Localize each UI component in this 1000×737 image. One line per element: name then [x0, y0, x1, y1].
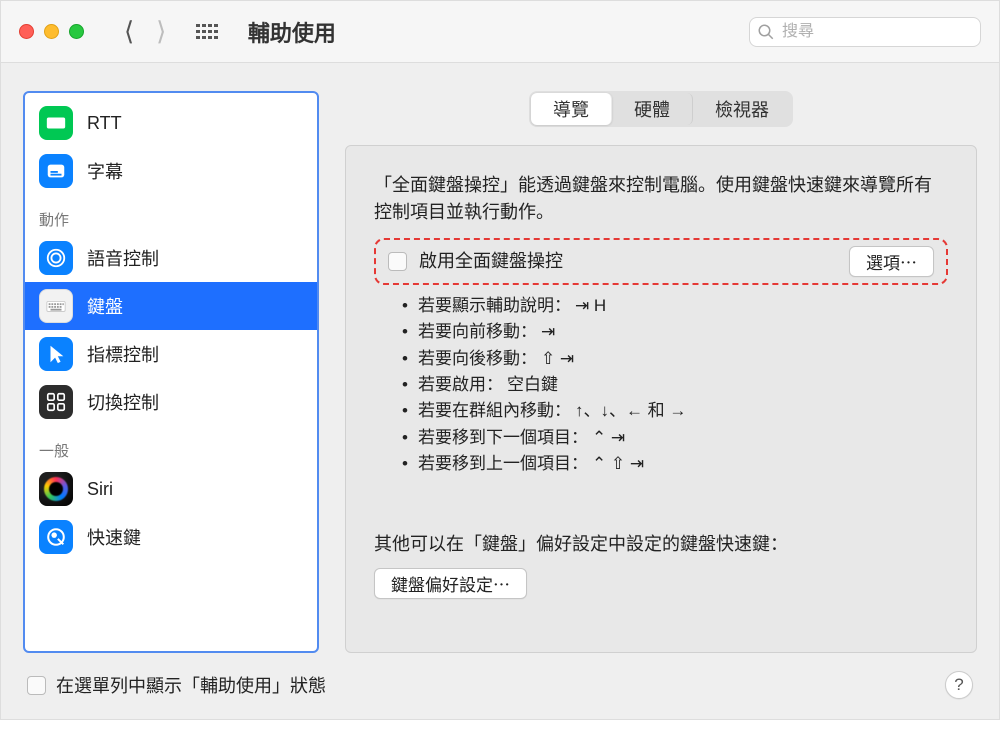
shortcut-icon: [39, 520, 73, 554]
keyboard-icon: [39, 289, 73, 323]
search-wrap: [749, 17, 981, 47]
shortcut-item: 若要向後移動：⇧ ⇥: [398, 346, 948, 372]
siri-icon: [39, 472, 73, 506]
minimize-window-button[interactable]: [44, 24, 59, 39]
detail-box: 「全面鍵盤操控」能透過鍵盤來控制電腦。使用鍵盤快速鍵來導覽所有控制項目並執行動作…: [345, 145, 977, 653]
shortcut-item: 若要在群組內移動：↑、↓、← 和 →: [398, 398, 948, 424]
sidebar-item-label: 快速鍵: [87, 524, 141, 550]
shortcut-item: 若要向前移動：⇥: [398, 319, 948, 345]
sidebar-item-siri[interactable]: Siri: [25, 465, 317, 513]
search-input[interactable]: [749, 17, 981, 47]
tab-navigate[interactable]: 導覽: [531, 93, 612, 125]
detail-pane: 導覽 硬體 檢視器 「全面鍵盤操控」能透過鍵盤來控制電腦。使用鍵盤快速鍵來導覽所…: [345, 91, 977, 653]
sidebar-item-switch-control[interactable]: 切換控制: [25, 378, 317, 426]
shortcut-list: 若要顯示輔助說明：⇥ H 若要向前移動：⇥ 若要向後移動：⇧ ⇥ 若要啟用：空白…: [374, 293, 948, 477]
main-area: RTT 字幕 動作 語音控制: [23, 91, 977, 653]
tab-control[interactable]: 導覽 硬體 檢視器: [529, 91, 793, 127]
sidebar-section-actions: 動作: [25, 195, 317, 234]
panel-title: 輔助使用: [248, 16, 336, 48]
sidebar-item-subtitles[interactable]: 字幕: [25, 147, 317, 195]
show-all-icon[interactable]: [196, 24, 218, 40]
enable-full-keyboard-checkbox[interactable]: [388, 252, 407, 271]
show-in-menubar-label: 在選單列中顯示「輔助使用」狀態: [56, 672, 326, 698]
sidebar-item-pointer-control[interactable]: 指標控制: [25, 330, 317, 378]
sidebar-section-general: 一般: [25, 426, 317, 465]
footer: 在選單列中顯示「輔助使用」狀態 ?: [23, 667, 977, 703]
enable-full-keyboard-row: 啟用全面鍵盤操控 選項⋯: [374, 238, 948, 285]
options-button[interactable]: 選項⋯: [849, 246, 934, 277]
close-window-button[interactable]: [19, 24, 34, 39]
sidebar-item-label: 切換控制: [87, 389, 159, 415]
help-button[interactable]: ?: [945, 671, 973, 699]
subtitles-icon: [39, 154, 73, 188]
preferences-window: ⟨ ⟩ 輔助使用 RTT: [0, 0, 1000, 720]
nav-forward-button: ⟩: [156, 16, 166, 47]
titlebar: ⟨ ⟩ 輔助使用: [1, 1, 999, 63]
sidebar-item-label: 指標控制: [87, 341, 159, 367]
sidebar-item-label: 字幕: [87, 158, 123, 184]
sidebar-item-keyboard[interactable]: 鍵盤: [25, 282, 317, 330]
nav-arrows: ⟨ ⟩: [124, 16, 166, 47]
sidebar-item-voice-control[interactable]: 語音控制: [25, 234, 317, 282]
tab-hardware[interactable]: 硬體: [612, 93, 693, 125]
sidebar[interactable]: RTT 字幕 動作 語音控制: [23, 91, 319, 653]
show-in-menubar-checkbox[interactable]: [27, 676, 46, 695]
enable-full-keyboard-label: 啟用全面鍵盤操控: [419, 248, 563, 275]
nav-back-button[interactable]: ⟨: [124, 16, 134, 47]
sidebar-item-rtt[interactable]: RTT: [25, 99, 317, 147]
body: RTT 字幕 動作 語音控制: [1, 63, 999, 719]
sidebar-item-label: 語音控制: [87, 245, 159, 271]
zoom-window-button[interactable]: [69, 24, 84, 39]
search-icon: [757, 23, 775, 46]
rtt-icon: [39, 106, 73, 140]
shortcut-item: 若要移到下一個項目：⌃ ⇥: [398, 425, 948, 451]
shortcut-item: 若要啟用：空白鍵: [398, 372, 948, 398]
window-controls: [19, 24, 84, 39]
switch-control-icon: [39, 385, 73, 419]
shortcut-item: 若要顯示輔助說明：⇥ H: [398, 293, 948, 319]
sidebar-item-label: RTT: [87, 113, 122, 134]
voice-control-icon: [39, 241, 73, 275]
sidebar-item-shortcut[interactable]: 快速鍵: [25, 513, 317, 561]
pointer-control-icon: [39, 337, 73, 371]
sidebar-item-label: Siri: [87, 479, 113, 500]
intro-text: 「全面鍵盤操控」能透過鍵盤來控制電腦。使用鍵盤快速鍵來導覽所有控制項目並執行動作…: [374, 172, 948, 226]
other-shortcuts-label: 其他可以在「鍵盤」偏好設定中設定的鍵盤快速鍵：: [374, 531, 948, 558]
shortcut-item: 若要移到上一個項目：⌃ ⇧ ⇥: [398, 451, 948, 477]
sidebar-item-label: 鍵盤: [87, 293, 123, 319]
keyboard-prefs-button[interactable]: 鍵盤偏好設定⋯: [374, 568, 527, 599]
tab-viewer[interactable]: 檢視器: [693, 93, 791, 125]
